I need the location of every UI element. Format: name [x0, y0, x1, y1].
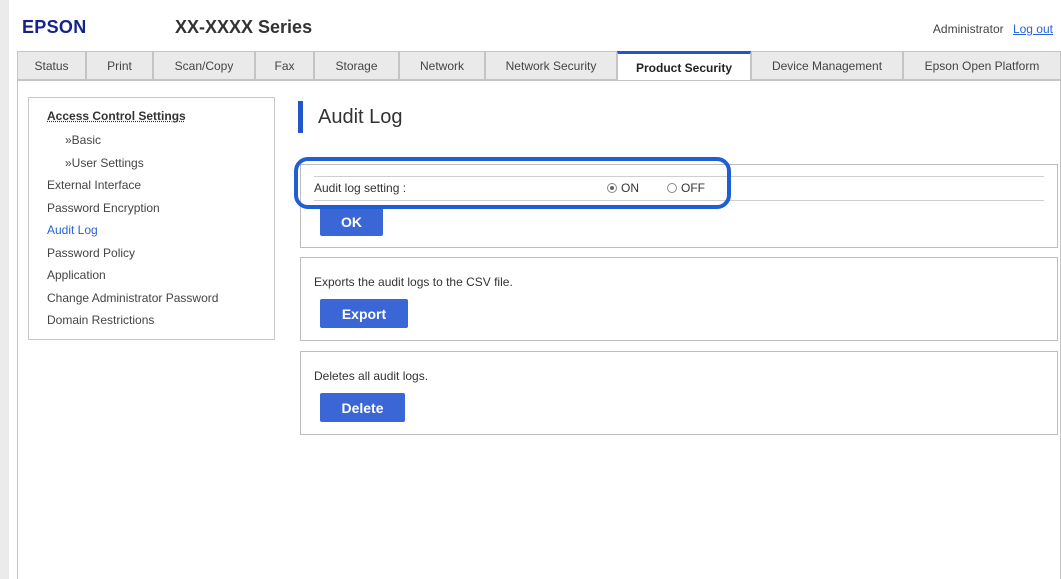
sidebar-item-basic[interactable]: »Basic: [47, 129, 274, 152]
sidebar-item-password-policy[interactable]: Password Policy: [47, 242, 274, 265]
sidebar-item-password-encryption[interactable]: Password Encryption: [47, 197, 274, 220]
export-button[interactable]: Export: [320, 299, 408, 328]
delete-panel: Deletes all audit logs. Delete: [300, 351, 1058, 435]
left-edge-strip: [0, 0, 9, 579]
epson-logo: EPSON: [22, 17, 87, 37]
export-panel: Exports the audit logs to the CSV file. …: [300, 257, 1058, 341]
page-title: Audit Log: [298, 101, 403, 133]
tab-status[interactable]: Status: [17, 51, 86, 80]
tab-fax[interactable]: Fax: [255, 51, 314, 80]
logout-link[interactable]: Log out: [1013, 22, 1053, 36]
user-area: Administrator Log out: [933, 22, 1053, 36]
tab-epson-open-platform[interactable]: Epson Open Platform: [903, 51, 1061, 80]
export-description: Exports the audit logs to the CSV file.: [314, 275, 513, 289]
tab-network-security[interactable]: Network Security: [485, 51, 617, 80]
radio-off-dot[interactable]: [667, 183, 677, 193]
ok-button[interactable]: OK: [320, 207, 383, 236]
sidebar-item-external-interface[interactable]: External Interface: [47, 174, 274, 197]
sidebar-item-audit-log[interactable]: Audit Log: [47, 219, 274, 242]
tab-network[interactable]: Network: [399, 51, 485, 80]
sidebar-item-application[interactable]: Application: [47, 264, 274, 287]
tab-bar: Status Print Scan/Copy Fax Storage Netwo…: [17, 51, 1061, 81]
tab-device-management[interactable]: Device Management: [751, 51, 903, 80]
audit-setting-panel: Audit log setting : ON OFF OK: [300, 164, 1058, 248]
sidebar-item-domain-restrictions[interactable]: Domain Restrictions: [47, 309, 274, 332]
tab-storage[interactable]: Storage: [314, 51, 399, 80]
radio-off-label: OFF: [681, 181, 705, 195]
delete-description: Deletes all audit logs.: [314, 369, 429, 383]
radio-on[interactable]: ON: [607, 181, 639, 195]
model-name: XX-XXXX Series: [175, 17, 313, 37]
sidebar-item-user-settings[interactable]: »User Settings: [47, 152, 274, 175]
radio-off[interactable]: OFF: [667, 181, 705, 195]
delete-button[interactable]: Delete: [320, 393, 405, 422]
header: EPSON XX-XXXX Series Administrator Log o…: [9, 0, 1061, 46]
radio-on-label: ON: [621, 181, 639, 195]
audit-setting-row: Audit log setting : ON OFF: [314, 176, 1044, 201]
user-name: Administrator: [932, 22, 1004, 36]
tab-product-security[interactable]: Product Security: [617, 51, 751, 81]
sidebar-title[interactable]: Access Control Settings: [47, 108, 274, 125]
sidebar: Access Control Settings »Basic »User Set…: [28, 97, 275, 340]
tab-scan-copy[interactable]: Scan/Copy: [153, 51, 255, 80]
radio-on-dot[interactable]: [607, 183, 617, 193]
tab-print[interactable]: Print: [86, 51, 153, 80]
audit-setting-label: Audit log setting :: [314, 181, 407, 195]
sidebar-item-change-admin-password[interactable]: Change Administrator Password: [47, 287, 274, 310]
